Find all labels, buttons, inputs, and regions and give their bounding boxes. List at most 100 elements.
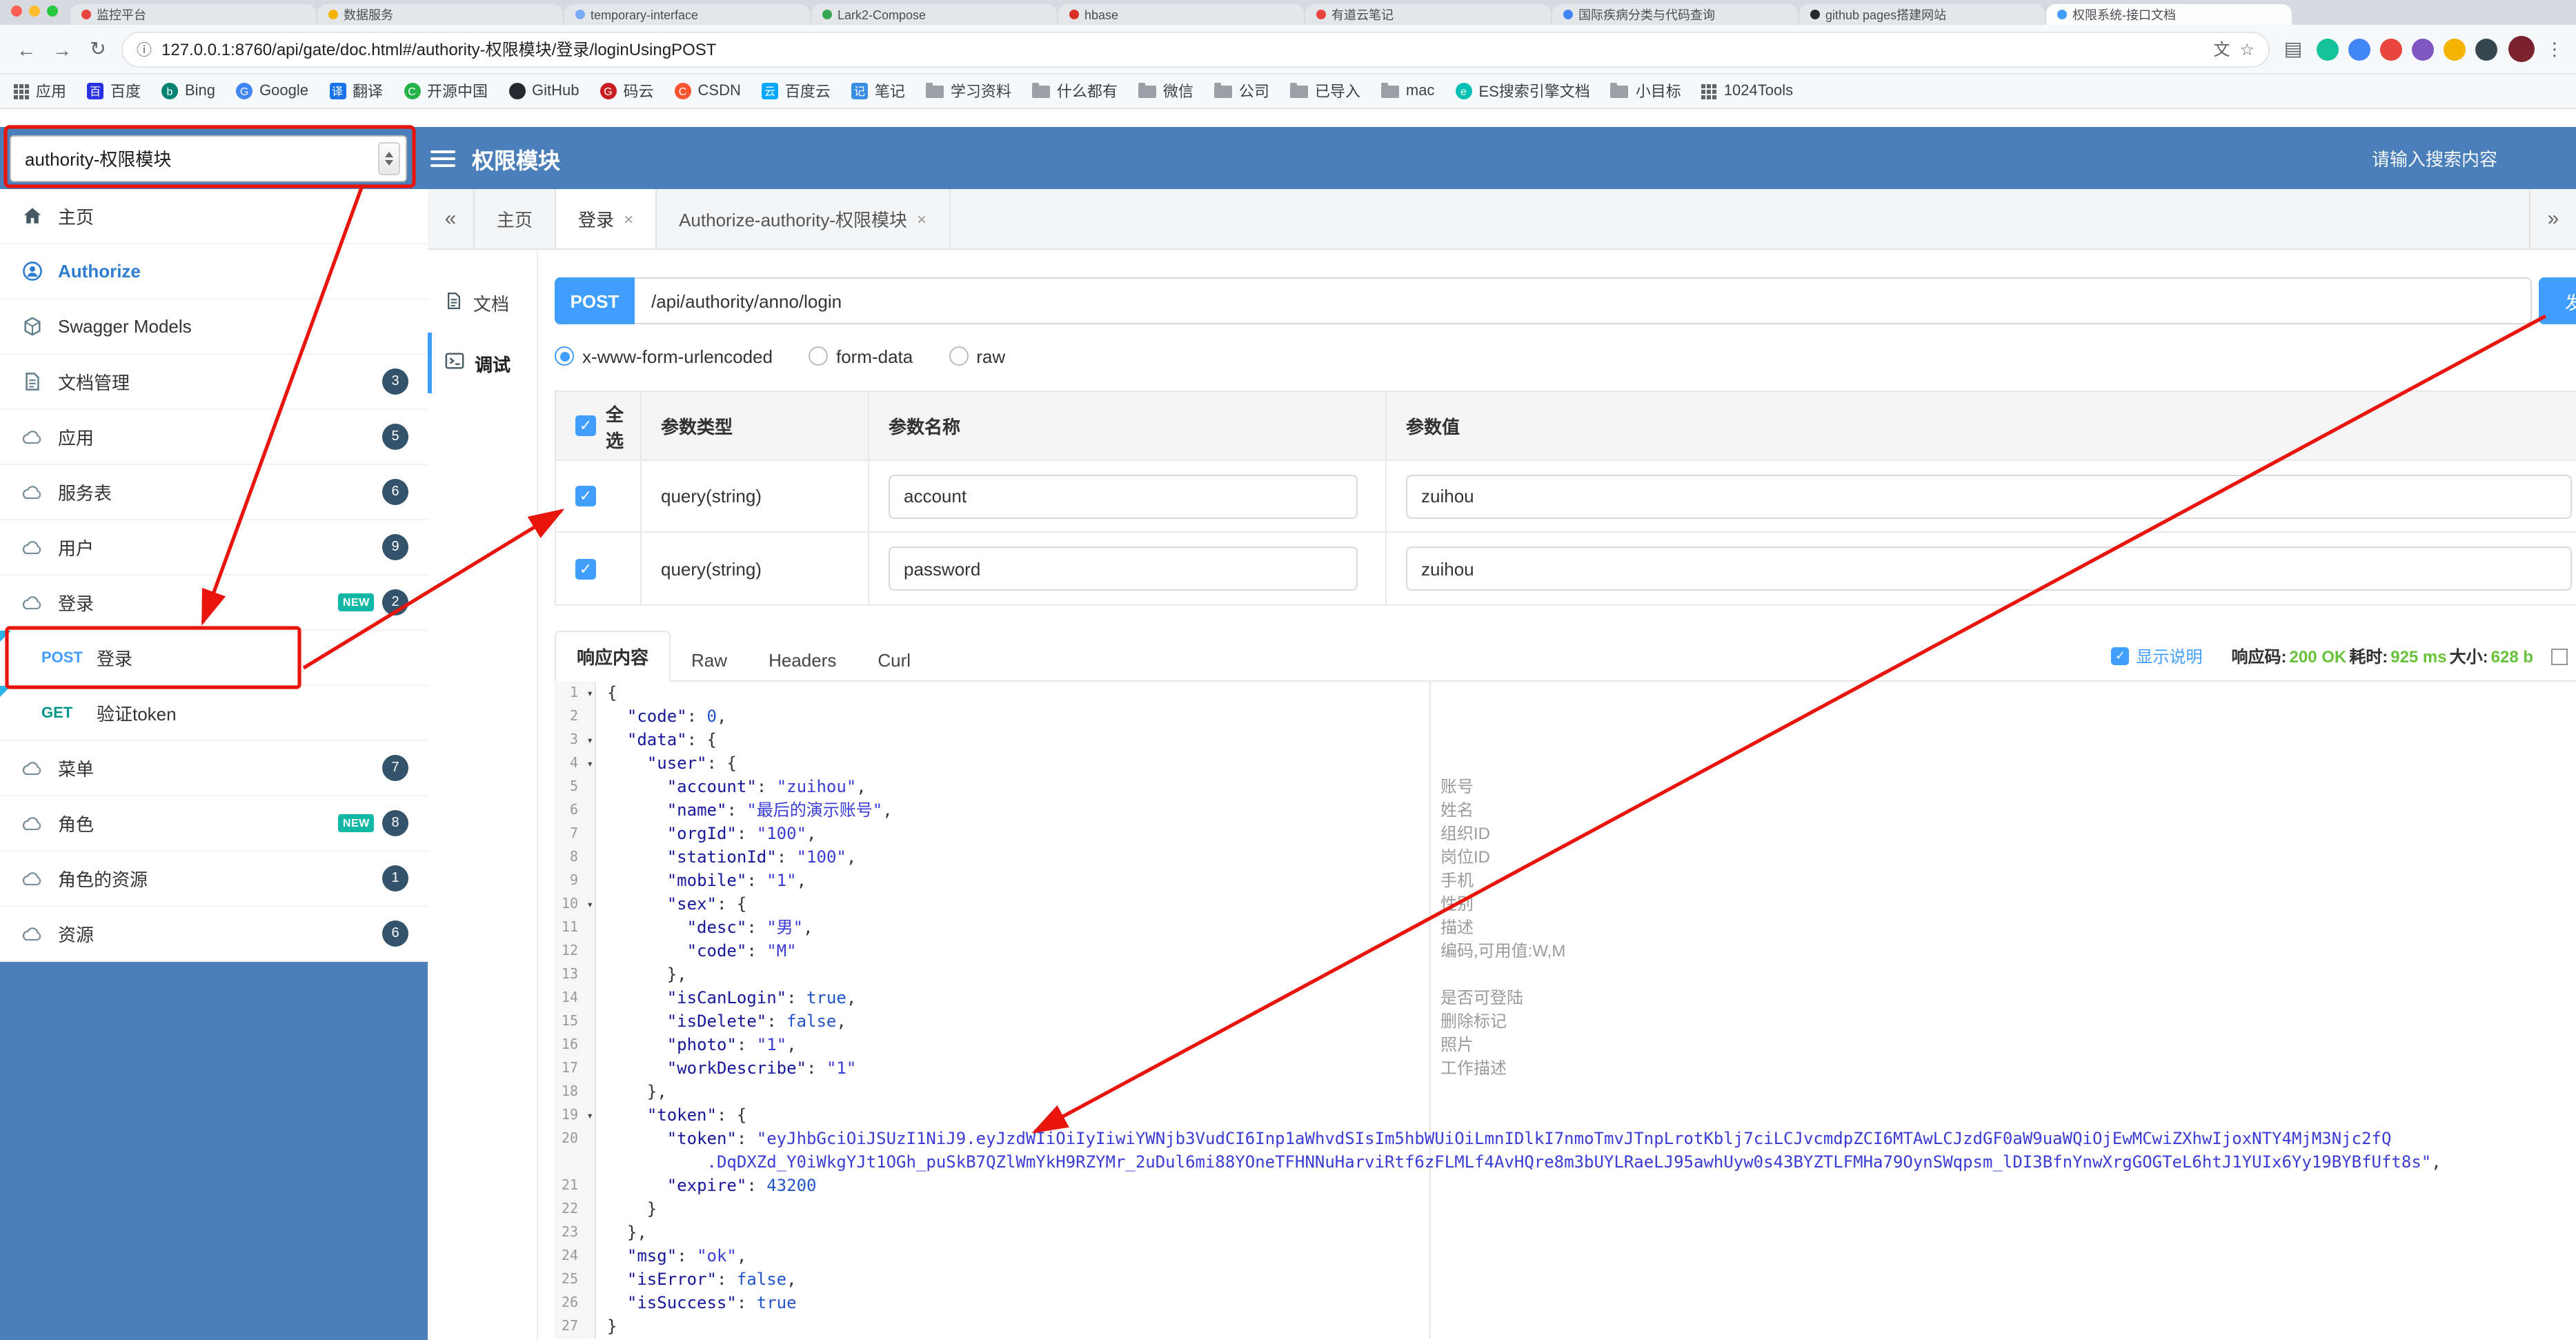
fold-toggle-icon[interactable]: ▾: [586, 1104, 593, 1127]
close-window-icon[interactable]: [11, 5, 22, 16]
browser-tab[interactable]: 国际疾病分类与代码查询: [1552, 4, 1798, 25]
bookmark-item[interactable]: 1024Tools: [1701, 83, 1793, 99]
url-text[interactable]: 127.0.0.1:8760/api/gate/doc.html#/author…: [161, 37, 2203, 61]
sidebar-item[interactable]: 角色 NEW 8: [0, 796, 428, 851]
param-value-input[interactable]: zuihou: [1406, 474, 2572, 518]
show-description-checkbox[interactable]: [2111, 647, 2130, 665]
extension-icon[interactable]: [2317, 38, 2339, 60]
minimize-window-icon[interactable]: [29, 5, 40, 16]
zoom-window-icon[interactable]: [47, 5, 58, 16]
extension-icon[interactable]: [2444, 38, 2466, 60]
extension-icon[interactable]: [2475, 38, 2497, 60]
sidebar-item[interactable]: 菜单 7: [0, 741, 428, 796]
bookmark-item[interactable]: 什么都有: [1031, 80, 1118, 102]
sidebar-operation-post[interactable]: POST 登录: [0, 631, 428, 686]
browser-tab[interactable]: 监控平台: [70, 4, 316, 25]
close-tab-icon[interactable]: ×: [624, 209, 633, 228]
sidebar-item[interactable]: Swagger Models: [0, 299, 428, 355]
page-tab[interactable]: 登录 ×: [556, 189, 657, 248]
bookmark-item[interactable]: 微信: [1138, 80, 1193, 102]
close-tab-icon[interactable]: ×: [917, 209, 927, 228]
bookmark-item[interactable]: 百百度: [87, 80, 141, 102]
request-url-input[interactable]: /api/authority/anno/login: [635, 277, 2532, 324]
forward-icon[interactable]: →: [50, 38, 75, 60]
module-select[interactable]: authority-权限模块: [10, 135, 407, 181]
param-name-input[interactable]: account: [889, 474, 1358, 518]
search-input[interactable]: 请输入搜索内容: [2372, 145, 2497, 171]
page-tab[interactable]: 主页: [475, 189, 557, 248]
extension-icon[interactable]: [2412, 38, 2434, 60]
select-all-checkbox[interactable]: [575, 415, 596, 436]
address-bar[interactable]: ⓘ 127.0.0.1:8760/api/gate/doc.html#/auth…: [121, 31, 2270, 67]
page-tab[interactable]: Authorize-authority-权限模块 ×: [657, 189, 951, 248]
sidebar-item[interactable]: 资源 6: [0, 907, 428, 962]
bookmark-item[interactable]: C CSDN: [674, 83, 741, 99]
bookmark-item[interactable]: 公司: [1213, 80, 1269, 102]
fold-toggle-icon[interactable]: ▾: [586, 729, 593, 752]
extension-icon[interactable]: [2380, 38, 2402, 60]
bookmark-item[interactable]: G Google: [236, 83, 308, 99]
fold-toggle-icon[interactable]: ▾: [586, 682, 593, 705]
bookmark-item[interactable]: G 码云: [600, 80, 654, 102]
browser-tab[interactable]: hbase: [1058, 4, 1304, 25]
profile-avatar[interactable]: [2508, 36, 2535, 62]
bookmark-item[interactable]: mac: [1380, 83, 1434, 99]
fold-toggle-icon[interactable]: ▾: [586, 752, 593, 776]
browser-tab[interactable]: 数据服务: [317, 4, 563, 25]
content-type-option[interactable]: x-www-form-urlencoded: [555, 346, 773, 366]
radio-icon[interactable]: [808, 346, 828, 366]
browser-tab[interactable]: 有道云笔记: [1305, 4, 1551, 25]
mini-tab-文档[interactable]: 文档: [428, 272, 537, 333]
fold-toggle-icon[interactable]: ▾: [586, 893, 593, 916]
bookmark-item[interactable]: 译翻译: [329, 80, 383, 102]
sidebar-item[interactable]: 主页: [0, 189, 428, 244]
fullscreen-icon[interactable]: [2551, 648, 2568, 664]
param-value-input[interactable]: zuihou: [1406, 546, 2572, 591]
sidebar-item[interactable]: Authorize: [0, 244, 428, 299]
bookmark-item[interactable]: GitHub: [508, 83, 579, 99]
radio-icon[interactable]: [949, 346, 969, 366]
content-type-option[interactable]: raw: [949, 346, 1005, 366]
back-icon[interactable]: ←: [14, 38, 39, 60]
sidebar-item[interactable]: 登录 NEW 2: [0, 575, 428, 631]
browser-tab[interactable]: github pages搭建网站: [1799, 4, 2045, 25]
sidebar-item[interactable]: 服务表 6: [0, 465, 428, 520]
bookmark-star-icon[interactable]: ☆: [2239, 39, 2255, 59]
sidebar-item[interactable]: 用户 9: [0, 520, 428, 575]
collapse-right-icon[interactable]: »: [2529, 189, 2576, 248]
bookmark-item[interactable]: 学习资料: [925, 80, 1011, 102]
send-button[interactable]: 发送: [2539, 277, 2576, 324]
browser-tab[interactable]: 权限系统-接口文档: [2046, 4, 2292, 25]
bookmark-item[interactable]: 应用: [14, 80, 66, 102]
reload-icon[interactable]: ↻: [86, 37, 110, 61]
collapse-left-icon[interactable]: «: [428, 189, 475, 248]
extension-icon[interactable]: [2348, 38, 2370, 60]
select-spinner-icon[interactable]: [378, 141, 400, 175]
bookmark-item[interactable]: 已导入: [1289, 80, 1360, 102]
bookmark-item[interactable]: 小目标: [1610, 80, 1681, 102]
response-tab[interactable]: 响应内容: [555, 631, 671, 682]
response-tab[interactable]: Headers: [748, 639, 857, 682]
browser-menu-icon[interactable]: ⋮: [2546, 38, 2564, 60]
site-info-icon[interactable]: ⓘ: [137, 38, 152, 60]
bookmark-item[interactable]: b Bing: [161, 83, 215, 99]
translate-icon[interactable]: 文: [2213, 37, 2230, 61]
radio-icon[interactable]: [555, 346, 574, 366]
param-checkbox[interactable]: [575, 558, 596, 579]
bookmark-item[interactable]: 记笔记: [851, 80, 905, 102]
bookmark-item[interactable]: 云百度云: [761, 80, 831, 102]
hamburger-icon[interactable]: [430, 150, 455, 166]
browser-tab[interactable]: Lark2-Compose: [811, 4, 1057, 25]
content-type-option[interactable]: form-data: [808, 346, 913, 366]
browser-tab[interactable]: temporary-interface: [564, 4, 810, 25]
sidebar-item[interactable]: 应用 5: [0, 410, 428, 465]
response-tab[interactable]: Raw: [671, 639, 748, 682]
side-panel-icon[interactable]: ▤: [2281, 37, 2306, 61]
bookmark-item[interactable]: C 开源中国: [404, 80, 488, 102]
param-checkbox[interactable]: [575, 486, 596, 506]
mini-tab-调试[interactable]: 调试: [428, 333, 537, 393]
sidebar-operation-get[interactable]: GET 验证token: [0, 686, 428, 741]
bookmark-item[interactable]: e ES搜索引擎文档: [1455, 80, 1590, 102]
sidebar-item[interactable]: 文档管理 3: [0, 355, 428, 410]
response-tab[interactable]: Curl: [857, 639, 931, 682]
